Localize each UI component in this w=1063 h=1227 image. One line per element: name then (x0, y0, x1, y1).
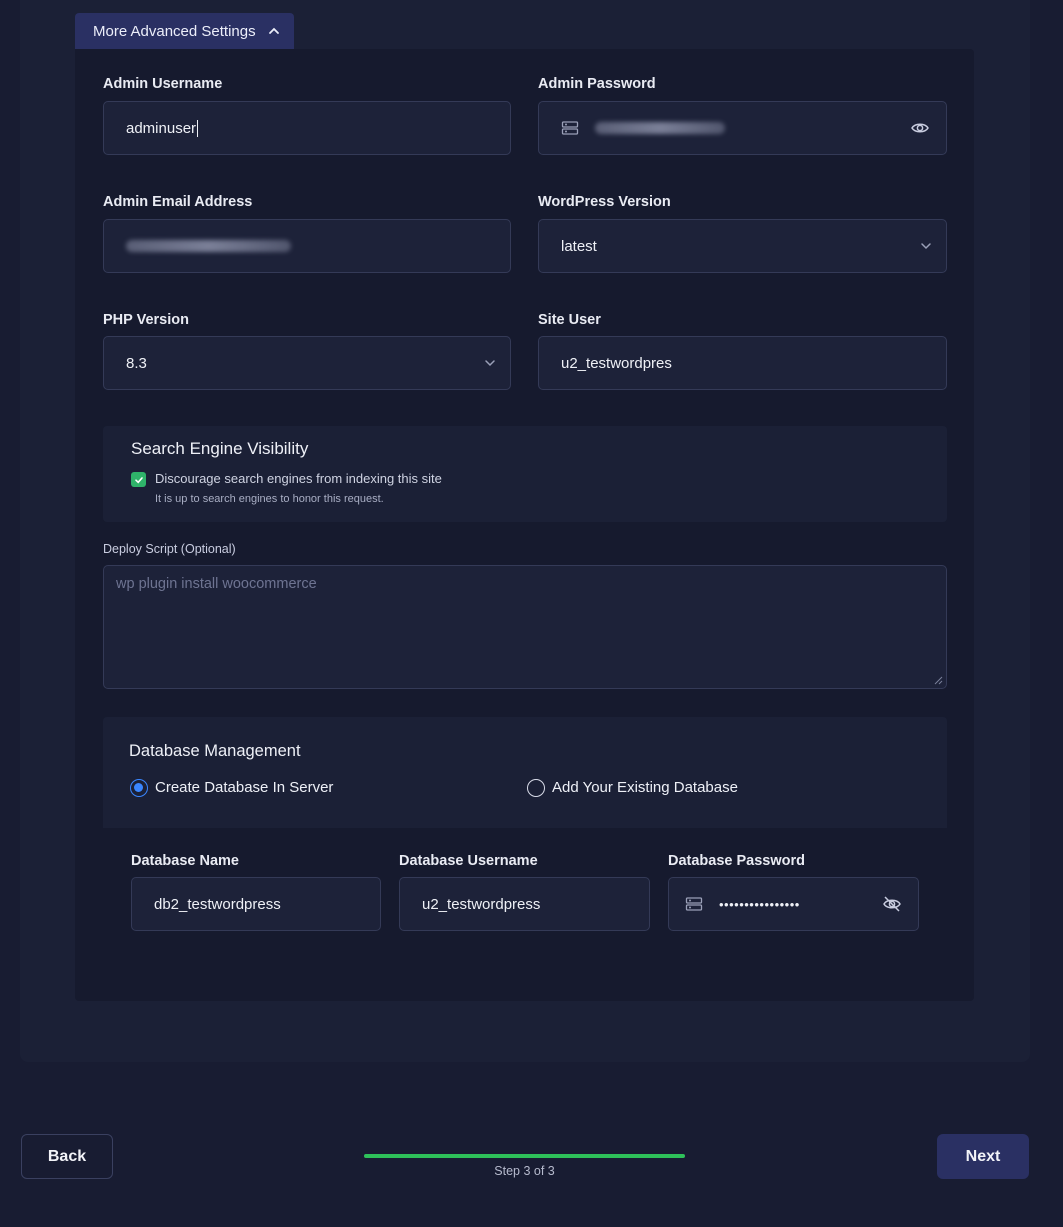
search-engine-visibility-section: Search Engine Visibility Discourage sear… (103, 426, 947, 522)
database-name-label: Database Name (131, 853, 239, 869)
database-management-title: Database Management (129, 742, 301, 760)
site-user-input[interactable]: u2_testwordpres (538, 336, 947, 390)
existing-database-label[interactable]: Add Your Existing Database (552, 779, 738, 796)
chevron-up-icon (268, 25, 280, 37)
deploy-script-textarea[interactable]: wp plugin install woocommerce (103, 565, 947, 689)
password-key-icon (685, 896, 703, 912)
resize-handle-icon[interactable] (934, 676, 943, 685)
discourage-search-label[interactable]: Discourage search engines from indexing … (155, 471, 442, 486)
deploy-script-label: Deploy Script (Optional) (103, 542, 236, 556)
discourage-search-checkbox[interactable] (131, 472, 146, 487)
database-username-label: Database Username (399, 853, 538, 869)
checkmark-icon (134, 476, 143, 483)
database-management-section: Database Management Create Database In S… (103, 717, 947, 828)
existing-database-radio[interactable] (527, 779, 545, 797)
database-username-input[interactable]: u2_testwordpress (399, 877, 650, 931)
database-name-value: db2_testwordpress (154, 895, 281, 913)
php-version-label: PHP Version (103, 312, 189, 328)
wordpress-version-select[interactable]: latest (538, 219, 947, 273)
admin-username-input[interactable]: adminuser (103, 101, 511, 155)
text-caret (197, 119, 199, 137)
create-database-label[interactable]: Create Database In Server (155, 779, 333, 796)
discourage-search-help: It is up to search engines to honor this… (155, 493, 384, 505)
progress-bar-fill (364, 1154, 685, 1158)
step-indicator: Step 3 of 3 (494, 1164, 555, 1178)
admin-email-input[interactable] (103, 219, 511, 273)
site-user-label: Site User (538, 312, 601, 328)
eye-off-icon[interactable] (882, 894, 902, 914)
password-key-icon (561, 120, 579, 136)
wordpress-version-label: WordPress Version (538, 194, 671, 210)
database-password-label: Database Password (668, 853, 806, 869)
chevron-down-icon (920, 240, 932, 252)
admin-password-masked (595, 122, 725, 134)
advanced-toggle-label: More Advanced Settings (93, 22, 256, 40)
admin-password-input[interactable] (538, 101, 947, 155)
admin-email-label: Admin Email Address (103, 194, 253, 210)
search-engine-visibility-title: Search Engine Visibility (131, 439, 309, 458)
more-advanced-settings-toggle[interactable]: More Advanced Settings (75, 13, 294, 49)
next-button[interactable]: Next (937, 1134, 1029, 1179)
back-button[interactable]: Back (21, 1134, 113, 1179)
chevron-down-icon (484, 357, 496, 369)
deploy-script-placeholder: wp plugin install woocommerce (116, 576, 317, 592)
admin-username-label: Admin Username (103, 76, 223, 92)
admin-username-value: adminuser (126, 119, 197, 137)
progress-bar (364, 1154, 685, 1158)
eye-icon[interactable] (910, 118, 930, 138)
php-version-value: 8.3 (126, 354, 147, 372)
database-name-input[interactable]: db2_testwordpress (131, 877, 381, 931)
admin-email-masked (126, 240, 291, 252)
create-database-radio[interactable] (130, 779, 148, 797)
site-user-value: u2_testwordpres (561, 354, 672, 372)
admin-password-label: Admin Password (538, 76, 656, 92)
database-username-value: u2_testwordpress (422, 895, 541, 913)
database-password-input[interactable]: •••••••••••••••• (668, 877, 919, 931)
database-password-masked: •••••••••••••••• (719, 896, 800, 912)
php-version-select[interactable]: 8.3 (103, 336, 511, 390)
wordpress-version-value: latest (561, 237, 597, 255)
